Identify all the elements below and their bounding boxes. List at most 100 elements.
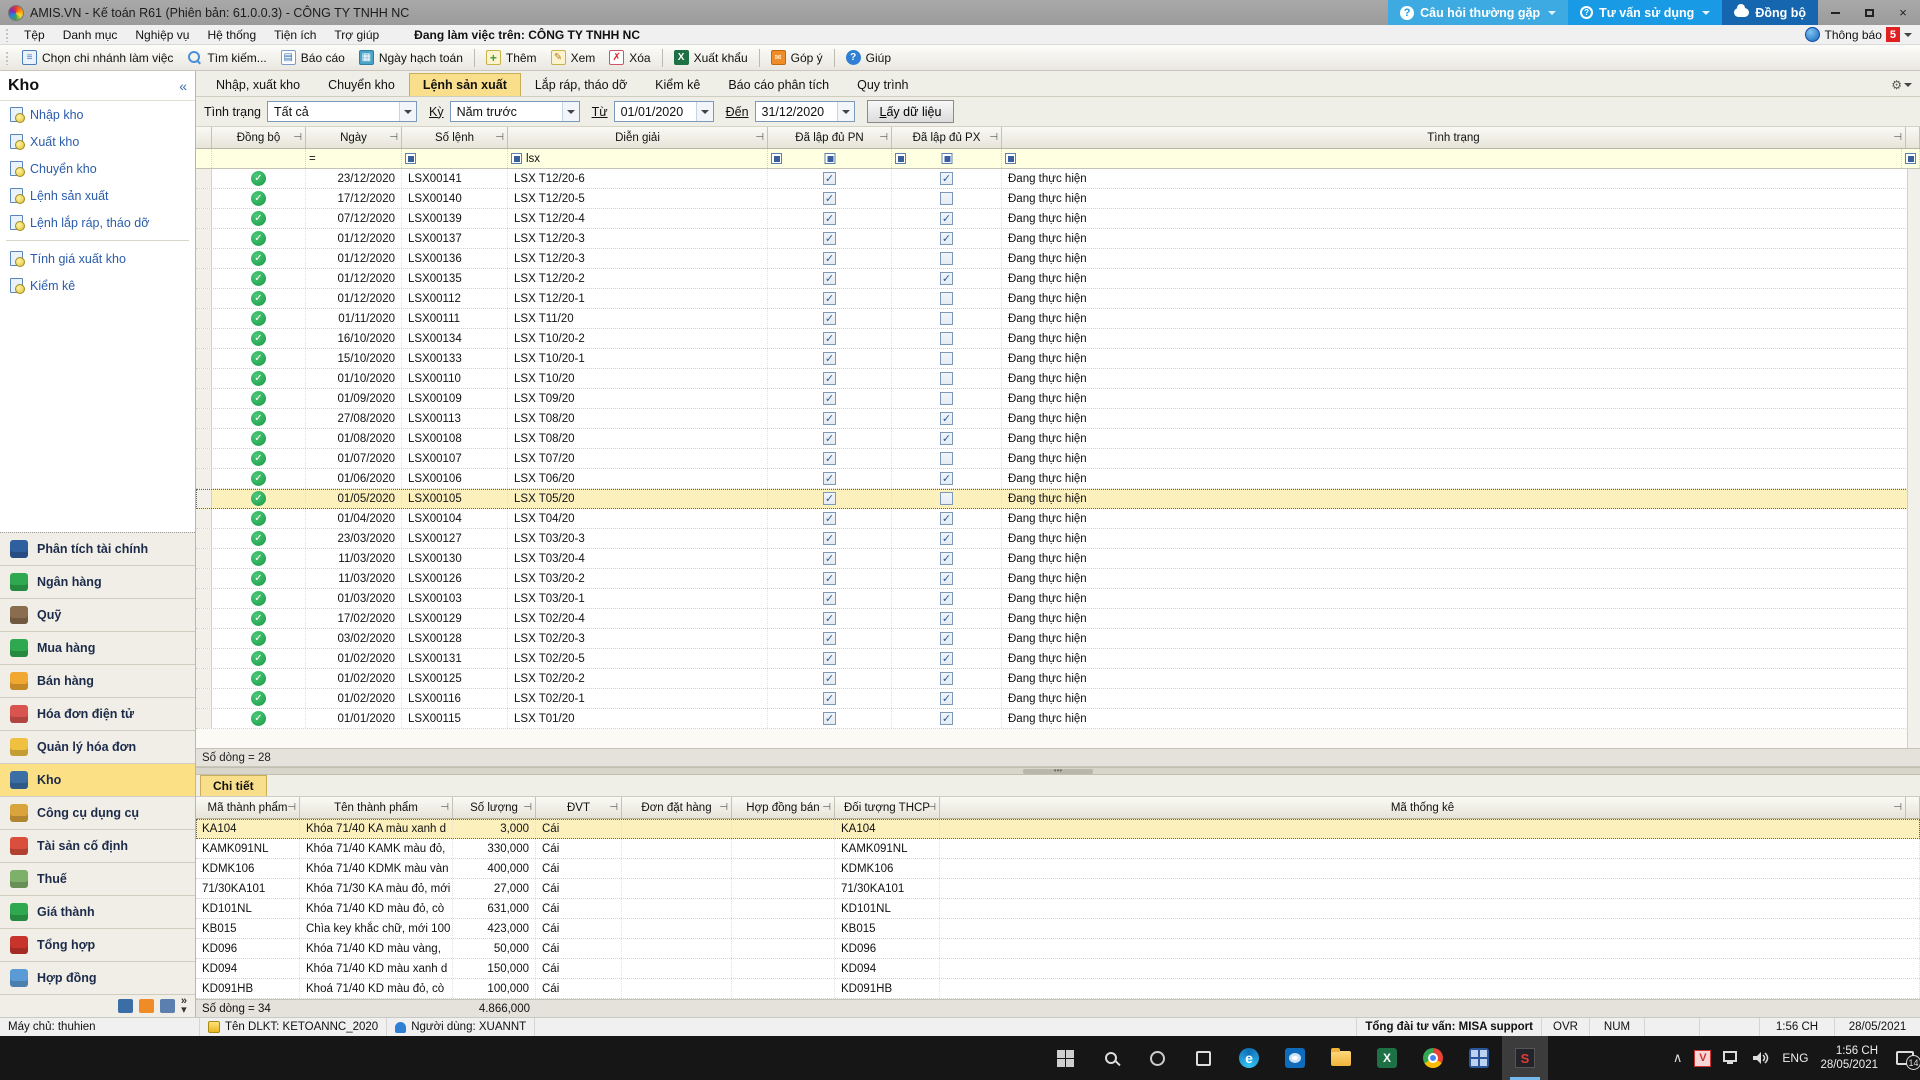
checkbox-px[interactable]: ✓: [940, 512, 953, 525]
checkbox-px[interactable]: ✓: [940, 572, 953, 585]
table-row[interactable]: ✓17/02/2020LSX00129LSX T02/20-4✓✓Đang th…: [196, 609, 1920, 629]
presentation-chart-icon[interactable]: [118, 999, 133, 1013]
pin-icon[interactable]: ⊣: [719, 802, 728, 813]
checkbox-pn[interactable]: ✓: [823, 612, 836, 625]
module-kho[interactable]: Kho: [0, 764, 195, 797]
tab-bao-cao-phan-tich[interactable]: Báo cáo phân tích: [714, 73, 843, 96]
checkbox-pn[interactable]: ✓: [823, 232, 836, 245]
taskbar-chrome-button[interactable]: [1410, 1036, 1456, 1080]
table-row[interactable]: ✓01/11/2020LSX00111LSX T11/20✓Đang thực …: [196, 309, 1920, 329]
get-data-button[interactable]: Lấy dữ liệu: [867, 100, 955, 123]
ngay-hach-toan-button[interactable]: ▦Ngày hạch toán: [352, 48, 470, 67]
tab-quy-trinh[interactable]: Quy trình: [843, 73, 922, 96]
clock[interactable]: 1:56 CH 28/05/2021: [1820, 1044, 1878, 1073]
table-row[interactable]: ✓11/03/2020LSX00130LSX T03/20-4✓✓Đang th…: [196, 549, 1920, 569]
detail-column-header-on-at-hang[interactable]: Đơn đặt hàng⊣: [622, 797, 732, 818]
module-mua-hang[interactable]: Mua hàng: [0, 632, 195, 665]
people-icon[interactable]: [139, 999, 154, 1013]
checkbox-pn[interactable]: ✓: [823, 672, 836, 685]
checkbox-px[interactable]: [940, 192, 953, 205]
filter-selector-icon[interactable]: [511, 153, 522, 164]
module-hoa-on-ien-tu[interactable]: Hóa đơn điện tử: [0, 698, 195, 731]
checkbox-pn[interactable]: ✓: [823, 392, 836, 405]
table-row[interactable]: ✓01/01/2020LSX00115LSX T01/20✓✓Đang thực…: [196, 709, 1920, 729]
table-row[interactable]: ✓03/02/2020LSX00128LSX T02/20-3✓✓Đang th…: [196, 629, 1920, 649]
tab-lenh-san-xuat[interactable]: Lệnh sản xuất: [409, 73, 521, 96]
notification-button[interactable]: Thông báo 5: [1805, 27, 1912, 42]
column-header-ngay[interactable]: Ngày⊣: [306, 127, 402, 148]
checkbox-px[interactable]: [940, 252, 953, 265]
filter-cell[interactable]: [1902, 149, 1920, 168]
checkbox-px[interactable]: ✓: [940, 532, 953, 545]
detail-column-header-ma-thong-ke[interactable]: Mã thống kê⊣: [940, 797, 1906, 818]
module-cong-cu-dung-cu[interactable]: Công cụ dụng cụ: [0, 797, 195, 830]
person-building-icon[interactable]: [160, 999, 175, 1013]
filter-cell[interactable]: [768, 149, 892, 168]
taskbar-excel-button[interactable]: X: [1364, 1036, 1410, 1080]
pin-icon[interactable]: ⊣: [440, 802, 449, 813]
pin-icon[interactable]: ⊣: [822, 802, 831, 813]
tab-nhap-xuat-kho[interactable]: Nhập, xuất kho: [202, 73, 314, 96]
checkbox-pn[interactable]: ✓: [823, 312, 836, 325]
column-header-a-lap-u-pn[interactable]: Đã lập đủ PN⊣: [768, 127, 892, 148]
splitter-grip[interactable]: •••: [1023, 769, 1093, 774]
column-header-ong-bo[interactable]: Đồng bộ⊣: [212, 127, 306, 148]
checkbox-pn[interactable]: ✓: [823, 432, 836, 445]
checkbox-pn[interactable]: ✓: [823, 272, 836, 285]
checkbox-px[interactable]: ✓: [940, 612, 953, 625]
checkbox-pn[interactable]: ✓: [823, 652, 836, 665]
pane-splitter[interactable]: •••: [196, 767, 1920, 775]
close-button[interactable]: ×: [1886, 0, 1920, 25]
menu-nghiep-vu[interactable]: Nghiệp vụ: [126, 26, 198, 44]
table-row[interactable]: ✓01/08/2020LSX00108LSX T08/20✓✓Đang thực…: [196, 429, 1920, 449]
filter-selector-icon[interactable]: [1905, 153, 1916, 164]
checkbox-px[interactable]: ✓: [940, 552, 953, 565]
filter-cell[interactable]: [1002, 149, 1902, 168]
column-header-a-lap-u-px[interactable]: Đã lập đủ PX⊣: [892, 127, 1002, 148]
checkbox-px[interactable]: ✓: [940, 412, 953, 425]
detail-row[interactable]: KD096Khóa 71/40 KD màu vàng,50,000CáiKD0…: [196, 939, 1920, 959]
checkbox-px[interactable]: ✓: [940, 272, 953, 285]
checkbox-px[interactable]: ✓: [940, 652, 953, 665]
pin-icon[interactable]: ⊣: [523, 802, 532, 813]
module-hop-ong[interactable]: Hợp đồng: [0, 962, 195, 995]
tab-chuyen-kho[interactable]: Chuyển kho: [314, 73, 409, 96]
filter-cell[interactable]: [892, 149, 1002, 168]
module-gia-thanh[interactable]: Giá thành: [0, 896, 195, 929]
checkbox-pn[interactable]: ✓: [823, 212, 836, 225]
checkbox-px[interactable]: [940, 492, 953, 505]
checkbox-pn[interactable]: ✓: [823, 592, 836, 605]
support-button[interactable]: ? Tư vấn sử dụng: [1568, 0, 1722, 25]
checkbox-pn[interactable]: ✓: [823, 332, 836, 345]
filter-selector-icon[interactable]: [405, 153, 416, 164]
module-quy[interactable]: Quỹ: [0, 599, 195, 632]
module-tong-hop[interactable]: Tổng hợp: [0, 929, 195, 962]
checkbox-pn[interactable]: ✓: [823, 292, 836, 305]
pin-icon[interactable]: ⊣: [1893, 132, 1902, 143]
detail-column-header-oi-tuong-thcp[interactable]: Đối tượng THCP⊣: [835, 797, 940, 818]
table-row[interactable]: ✓23/03/2020LSX00127LSX T03/20-3✓✓Đang th…: [196, 529, 1920, 549]
checkbox-px[interactable]: [940, 452, 953, 465]
pin-icon[interactable]: ⊣: [989, 132, 998, 143]
table-row[interactable]: ✓01/02/2020LSX00125LSX T02/20-2✓✓Đang th…: [196, 669, 1920, 689]
checkbox-px[interactable]: ✓: [940, 592, 953, 605]
action-center-button[interactable]: 14: [1896, 1051, 1914, 1065]
table-row[interactable]: ✓01/05/2020LSX00105LSX T05/20✓Đang thực …: [196, 489, 1920, 509]
gop-y-button[interactable]: ✉Góp ý: [764, 48, 830, 67]
xuat-khau-button[interactable]: XXuất khẩu: [667, 48, 755, 67]
checkbox-px[interactable]: ✓: [940, 212, 953, 225]
pin-icon[interactable]: ⊣: [927, 802, 936, 813]
taskbar-task-view-button[interactable]: [1180, 1036, 1226, 1080]
them-button[interactable]: +Thêm: [479, 48, 544, 67]
filter-selector-icon[interactable]: [771, 153, 782, 164]
pin-icon[interactable]: ⊣: [1893, 802, 1902, 813]
speaker-icon[interactable]: [1753, 1051, 1770, 1065]
pin-icon[interactable]: ⊣: [293, 132, 302, 143]
status-filter-select[interactable]: Tất cả: [267, 101, 417, 122]
network-icon[interactable]: [1723, 1051, 1741, 1065]
sidebar-item-tinh-gia-xuat-kho[interactable]: Tính giá xuất kho: [0, 245, 195, 272]
sidebar-item-kiem-ke[interactable]: Kiểm kê: [0, 272, 195, 299]
detail-row[interactable]: KD094Khóa 71/40 KD màu xanh d150,000CáiK…: [196, 959, 1920, 979]
grid-settings-button[interactable]: ⚙: [1891, 78, 1920, 96]
table-row[interactable]: ✓01/06/2020LSX00106LSX T06/20✓✓Đang thực…: [196, 469, 1920, 489]
